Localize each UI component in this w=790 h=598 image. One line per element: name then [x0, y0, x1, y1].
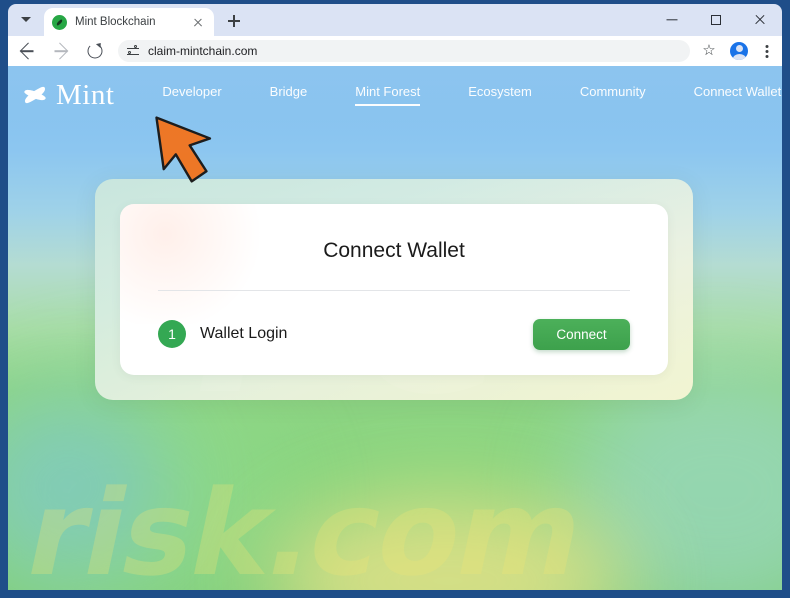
- nav-links: Developer Bridge Mint Forest Ecosystem C…: [114, 84, 781, 106]
- step-number-badge: 1: [158, 320, 186, 348]
- connect-wallet-card-wrapper: Connect Wallet 1 Wallet Login Connect: [95, 179, 693, 400]
- tab-strip: Mint Blockchain: [8, 4, 782, 36]
- minimize-button[interactable]: [650, 4, 694, 36]
- profile-avatar-icon[interactable]: [730, 42, 748, 60]
- maximize-button[interactable]: [694, 4, 738, 36]
- brand-name: Mint: [56, 78, 115, 111]
- new-tab-button[interactable]: [220, 7, 248, 35]
- chevron-down-icon: [21, 16, 31, 22]
- browser-window: Mint Blockchain claim-mintchain.com ☆ ri…: [0, 0, 790, 598]
- url-text: claim-mintchain.com: [148, 44, 258, 58]
- nav-item-connect-wallet[interactable]: Connect Wallet: [694, 84, 782, 106]
- close-window-button[interactable]: [738, 4, 782, 36]
- page-viewport: PC risk.com Mint Developer Bridge Mint F…: [8, 66, 782, 590]
- divider: [158, 290, 630, 291]
- connect-wallet-card: Connect Wallet 1 Wallet Login Connect: [120, 204, 668, 375]
- brand-logo[interactable]: Mint: [22, 78, 115, 111]
- back-arrow-icon: [19, 42, 37, 60]
- forward-button[interactable]: [46, 36, 76, 66]
- tune-sliders-icon[interactable]: [126, 44, 140, 58]
- bookmark-button[interactable]: ☆: [696, 38, 722, 64]
- browser-toolbar: claim-mintchain.com ☆: [8, 36, 782, 66]
- wallet-login-label: Wallet Login: [200, 325, 288, 342]
- page-title: Connect Wallet: [323, 239, 465, 262]
- mint-leaf-icon: [52, 14, 67, 30]
- nav-item-ecosystem[interactable]: Ecosystem: [468, 84, 532, 106]
- connect-button[interactable]: Connect: [533, 318, 630, 350]
- browser-tab[interactable]: Mint Blockchain: [44, 8, 214, 36]
- card-decorative-tint: [120, 204, 270, 324]
- site-navigation: Mint Developer Bridge Mint Forest Ecosys…: [8, 66, 782, 124]
- tab-title: Mint Blockchain: [75, 16, 156, 28]
- reload-button[interactable]: [80, 36, 110, 66]
- nav-item-community[interactable]: Community: [580, 84, 646, 106]
- star-icon: ☆: [702, 42, 716, 60]
- forward-arrow-icon: [51, 42, 69, 60]
- close-icon[interactable]: [190, 14, 206, 30]
- tab-search-button[interactable]: [8, 4, 44, 36]
- nav-item-mint-forest[interactable]: Mint Forest: [355, 84, 421, 106]
- nav-item-bridge[interactable]: Bridge: [270, 84, 308, 106]
- mint-leaf-logo-icon: [22, 82, 48, 108]
- window-controls: [650, 4, 782, 36]
- address-bar[interactable]: claim-mintchain.com: [118, 40, 690, 62]
- back-button[interactable]: [12, 36, 42, 66]
- three-dot-menu-icon[interactable]: [756, 38, 778, 64]
- nav-item-developer[interactable]: Developer: [162, 84, 221, 106]
- wallet-login-row: 1 Wallet Login Connect: [158, 316, 630, 352]
- reload-icon: [87, 43, 103, 59]
